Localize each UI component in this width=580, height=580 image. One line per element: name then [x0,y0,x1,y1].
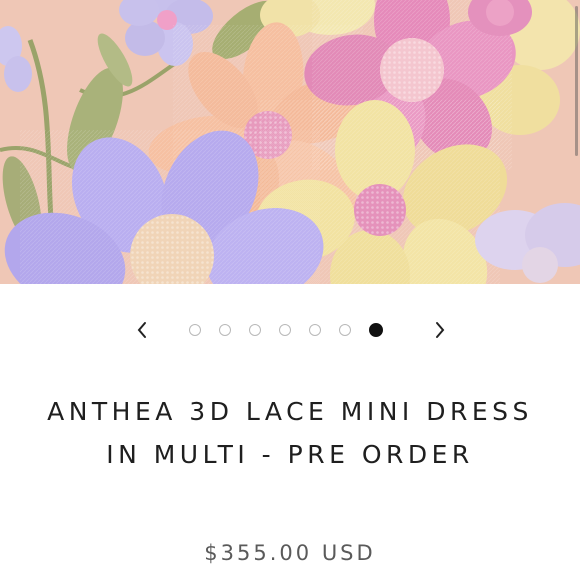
carousel-dot-4[interactable] [279,324,291,336]
carousel-dot-3[interactable] [249,324,261,336]
carousel-dot-5[interactable] [309,324,321,336]
scrollbar[interactable] [575,6,578,156]
floral-lace-photo [0,0,580,284]
chevron-right-icon [436,322,445,338]
image-carousel-controls [0,314,580,346]
product-price: $355.00 USD [204,541,376,565]
chevron-left-icon [137,322,146,338]
carousel-dots [189,323,383,337]
product-image[interactable] [0,0,580,284]
carousel-dot-7-active[interactable] [369,323,383,337]
next-image-button[interactable] [426,314,454,346]
previous-image-button[interactable] [128,314,156,346]
carousel-dot-1[interactable] [189,324,201,336]
carousel-dot-2[interactable] [219,324,231,336]
product-title: ANTHEA 3D LACE MINI DRESS IN MULTI - PRE… [47,397,533,469]
carousel-dot-6[interactable] [339,324,351,336]
product-page: ANTHEA 3D LACE MINI DRESS IN MULTI - PRE… [0,0,580,580]
